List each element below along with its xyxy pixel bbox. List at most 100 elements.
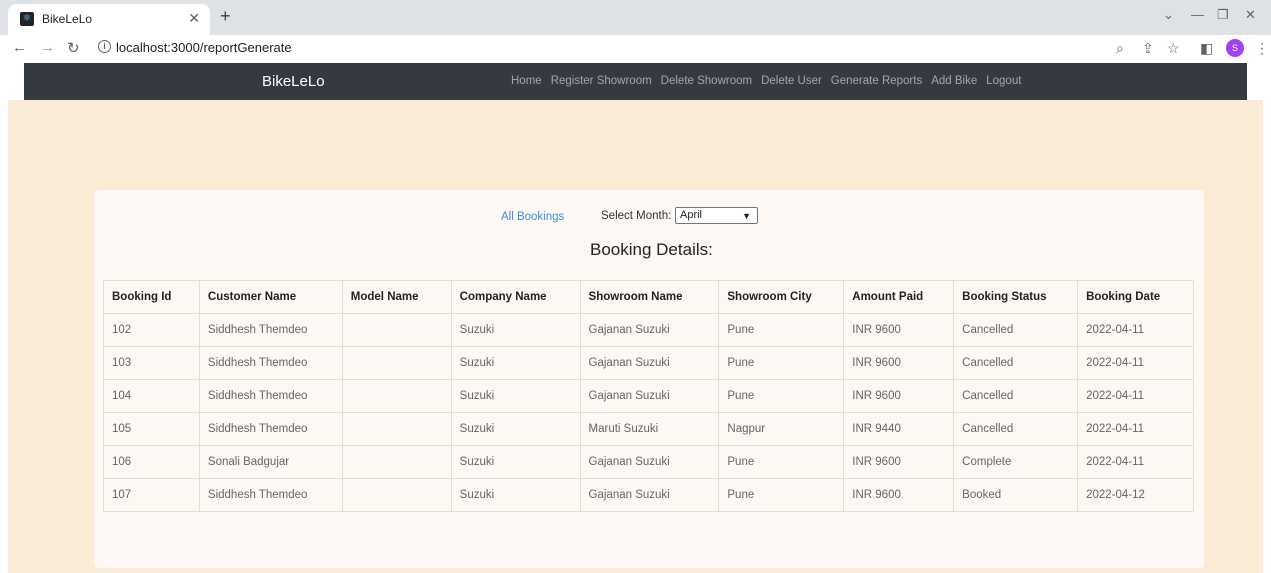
- booking-date-cell: 2022-04-12: [1077, 478, 1194, 512]
- column-header: Showroom City: [718, 280, 845, 314]
- booking-status-cell: Cancelled: [953, 346, 1079, 380]
- column-header: Company Name: [450, 280, 581, 314]
- customer-name-cell: Siddhesh Themdeo: [198, 379, 343, 413]
- booking-date-cell: 2022-04-11: [1077, 379, 1194, 413]
- customer-name-cell: Sonali Badgujar: [198, 445, 343, 479]
- brand-logo[interactable]: BikeLeLo: [262, 73, 325, 90]
- column-header: Booking Id: [103, 280, 200, 314]
- customer-name-cell: Siddhesh Themdeo: [198, 478, 343, 512]
- column-header: Booking Status: [953, 280, 1079, 314]
- booking-status-cell: Booked: [953, 478, 1079, 512]
- url-text: localhost:3000/reportGenerate: [116, 40, 292, 55]
- bookmark-star-icon[interactable]: ☆: [1167, 40, 1180, 57]
- side-panel-icon[interactable]: ◧: [1200, 40, 1213, 57]
- nav-link-delete-user[interactable]: Delete User: [761, 75, 822, 87]
- tab-search-chevron-icon[interactable]: ⌄: [1163, 7, 1174, 23]
- minimize-icon[interactable]: —: [1191, 7, 1204, 22]
- model-name-cell: [341, 412, 452, 446]
- company-name-cell: Suzuki: [450, 313, 581, 347]
- table-row: 103 Siddhesh Themdeo Suzuki Gajanan Suzu…: [103, 346, 1194, 380]
- column-header: Booking Date: [1077, 280, 1194, 314]
- company-name-cell: Suzuki: [450, 346, 581, 380]
- company-name-cell: Suzuki: [450, 445, 581, 479]
- model-name-cell: [341, 379, 452, 413]
- booking-id-cell: 106: [103, 445, 200, 479]
- showroom-city-cell: Pune: [718, 313, 845, 347]
- column-header: Model Name: [341, 280, 452, 314]
- company-name-cell: Suzuki: [450, 412, 581, 446]
- booking-id-cell: 102: [103, 313, 200, 347]
- all-bookings-link[interactable]: All Bookings: [501, 211, 564, 223]
- menu-kebab-icon[interactable]: ⋮: [1255, 40, 1269, 57]
- nav-links: Home Register Showroom Delete Showroom D…: [511, 75, 1021, 87]
- company-name-cell: Suzuki: [450, 379, 581, 413]
- forward-arrow-icon[interactable]: →: [40, 39, 55, 56]
- model-name-cell: [341, 346, 452, 380]
- selected-month: April: [680, 209, 703, 221]
- maximize-icon[interactable]: ❐: [1217, 7, 1229, 23]
- table-row: 105 Siddhesh Themdeo Suzuki Maruti Suzuk…: [103, 412, 1194, 446]
- bookings-table: Booking Id Customer Name Model Name Comp…: [103, 280, 1194, 512]
- select-month-label: Select Month:: [601, 210, 672, 222]
- table-row: 104 Siddhesh Themdeo Suzuki Gajanan Suzu…: [103, 379, 1194, 413]
- booking-status-cell: Cancelled: [953, 313, 1079, 347]
- nav-link-home[interactable]: Home: [511, 75, 542, 87]
- nav-link-delete-showroom[interactable]: Delete Showroom: [661, 75, 752, 87]
- page-background: All Bookings Select Month: April ▼ Booki…: [8, 100, 1263, 573]
- nav-link-generate-reports[interactable]: Generate Reports: [831, 75, 922, 87]
- nav-link-register-showroom[interactable]: Register Showroom: [551, 75, 652, 87]
- site-info-icon[interactable]: i: [98, 40, 111, 53]
- zoom-icon[interactable]: ⌕: [1116, 40, 1124, 57]
- booking-id-cell: 104: [103, 379, 200, 413]
- app-navbar: BikeLeLo Home Register Showroom Delete S…: [24, 63, 1247, 100]
- showroom-city-cell: Pune: [718, 346, 845, 380]
- amount-paid-cell: INR 9600: [843, 445, 955, 479]
- showroom-name-cell: Gajanan Suzuki: [579, 313, 720, 347]
- table-row: 102 Siddhesh Themdeo Suzuki Gajanan Suzu…: [103, 313, 1194, 347]
- booking-id-cell: 103: [103, 346, 200, 380]
- showroom-name-cell: Gajanan Suzuki: [579, 379, 720, 413]
- address-bar[interactable]: i localhost:3000/reportGenerate: [92, 38, 1092, 60]
- react-favicon-icon: ⚛: [20, 12, 34, 26]
- booking-date-cell: 2022-04-11: [1077, 412, 1194, 446]
- showroom-city-cell: Pune: [718, 379, 845, 413]
- booking-status-cell: Cancelled: [953, 412, 1079, 446]
- booking-id-cell: 105: [103, 412, 200, 446]
- customer-name-cell: Siddhesh Themdeo: [198, 313, 343, 347]
- booking-date-cell: 2022-04-11: [1077, 313, 1194, 347]
- table-header-row: Booking Id Customer Name Model Name Comp…: [103, 280, 1194, 314]
- booking-status-cell: Cancelled: [953, 379, 1079, 413]
- reload-icon[interactable]: ↻: [67, 39, 80, 57]
- report-card: All Bookings Select Month: April ▼ Booki…: [94, 190, 1204, 568]
- back-arrow-icon[interactable]: ←: [12, 39, 27, 56]
- showroom-name-cell: Gajanan Suzuki: [579, 346, 720, 380]
- showroom-name-cell: Gajanan Suzuki: [579, 478, 720, 512]
- booking-id-cell: 107: [103, 478, 200, 512]
- new-tab-icon[interactable]: +: [220, 6, 231, 27]
- window-close-icon[interactable]: ✕: [1245, 7, 1256, 23]
- share-icon[interactable]: ⇪: [1142, 40, 1154, 57]
- showroom-city-cell: Pune: [718, 445, 845, 479]
- amount-paid-cell: INR 9600: [843, 478, 955, 512]
- browser-tab[interactable]: ⚛ BikeLeLo ✕: [8, 4, 210, 35]
- chevron-down-icon: ▼: [742, 211, 751, 221]
- nav-link-logout[interactable]: Logout: [986, 75, 1021, 87]
- profile-avatar[interactable]: S: [1226, 39, 1244, 57]
- booking-date-cell: 2022-04-11: [1077, 445, 1194, 479]
- column-header: Showroom Name: [579, 280, 720, 314]
- booking-status-cell: Complete: [953, 445, 1079, 479]
- customer-name-cell: Siddhesh Themdeo: [198, 346, 343, 380]
- amount-paid-cell: INR 9600: [843, 379, 955, 413]
- browser-tabstrip: ⚛ BikeLeLo ✕ + ⌄ — ❐ ✕: [0, 0, 1271, 35]
- model-name-cell: [341, 313, 452, 347]
- table-row: 106 Sonali Badgujar Suzuki Gajanan Suzuk…: [103, 445, 1194, 479]
- amount-paid-cell: INR 9440: [843, 412, 955, 446]
- tab-title: BikeLeLo: [42, 12, 93, 26]
- column-header: Amount Paid: [843, 280, 955, 314]
- month-select[interactable]: April ▼: [675, 207, 758, 224]
- tab-close-icon[interactable]: ✕: [188, 10, 200, 27]
- page-viewport: All Bookings Select Month: April ▼ Booki…: [0, 63, 1271, 573]
- browser-toolbar: ← → ↻ i localhost:3000/reportGenerate ⌕ …: [0, 35, 1271, 63]
- nav-link-add-bike[interactable]: Add Bike: [931, 75, 977, 87]
- model-name-cell: [341, 445, 452, 479]
